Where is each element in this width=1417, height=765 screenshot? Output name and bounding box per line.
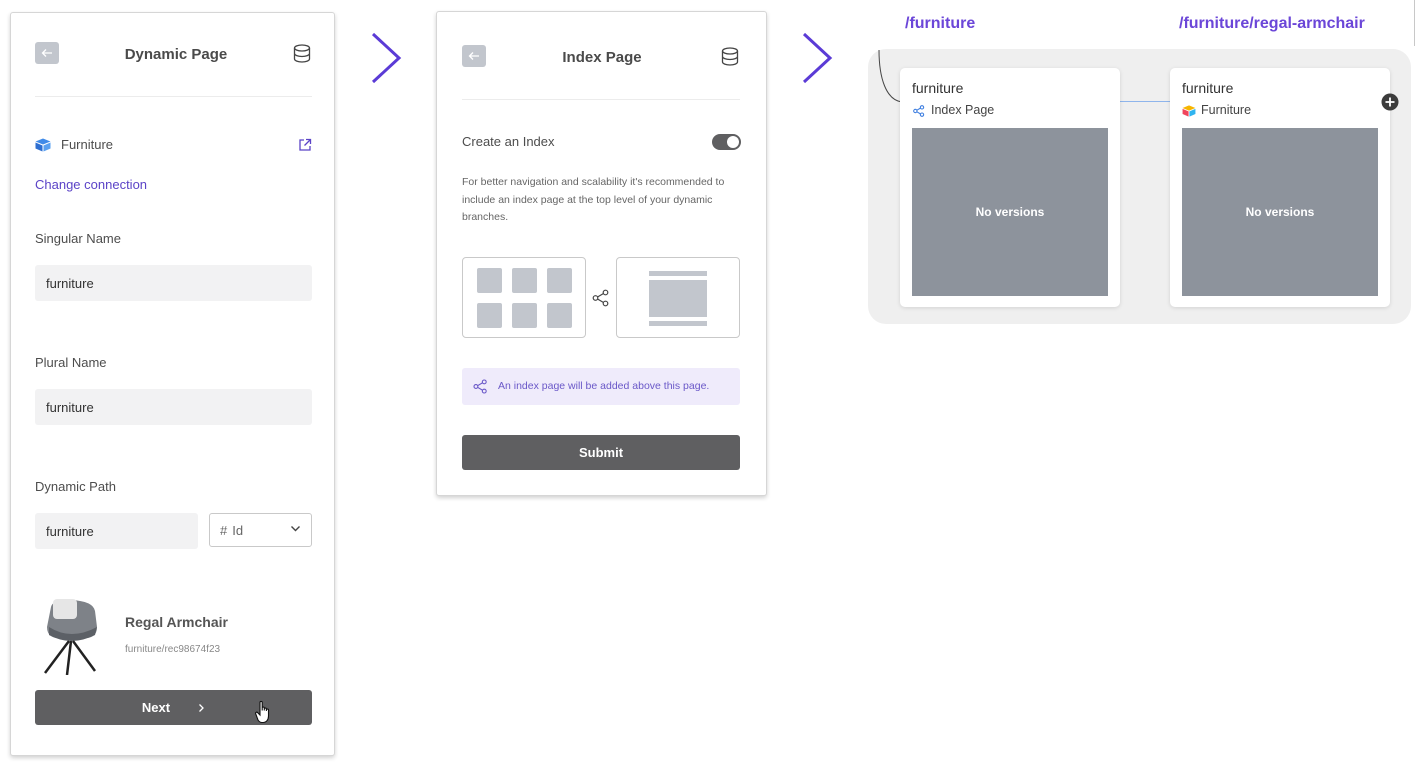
share-icon — [913, 105, 925, 117]
edge-divider — [1414, 0, 1415, 46]
dynamic-path-label: Dynamic Path — [35, 479, 116, 494]
path-field-select[interactable]: # Id — [209, 513, 312, 547]
back-button[interactable] — [35, 42, 59, 64]
armchair-thumbnail — [44, 599, 97, 675]
furniture-source-icon — [35, 138, 51, 152]
airtable-icon — [1182, 105, 1196, 117]
page-card-index[interactable]: furniture Index Page No versions — [900, 68, 1120, 307]
path-field-value: Id — [232, 522, 244, 538]
database-icon[interactable] — [721, 47, 739, 66]
toggle-knob — [727, 136, 739, 148]
chevron-right-icon — [199, 703, 205, 712]
card-type: Index Page — [931, 103, 995, 117]
flow-arrow-icon — [802, 32, 833, 84]
hand-cursor-icon — [255, 700, 270, 724]
singular-name-input[interactable]: furniture — [35, 265, 312, 301]
external-link-icon[interactable] — [298, 138, 312, 152]
hash-icon: # — [220, 522, 228, 538]
route-label: /furniture/regal-armchair — [1179, 15, 1365, 32]
index-notice: An index page will be added above this p… — [462, 368, 740, 405]
share-icon — [592, 289, 609, 307]
share-icon — [473, 379, 487, 394]
record-title: Regal Armchair — [125, 614, 228, 630]
submit-button[interactable]: Submit — [462, 435, 740, 470]
notice-text: An index page will be added above this p… — [498, 380, 710, 392]
add-page-icon[interactable] — [1381, 93, 1399, 111]
index-page-panel: Index Page Create an Index For better na… — [436, 11, 767, 496]
dynamic-path-input[interactable]: furniture — [35, 513, 198, 549]
back-button[interactable] — [462, 45, 486, 67]
arrow-left-icon — [468, 52, 479, 60]
change-connection-link[interactable]: Change connection — [35, 177, 147, 192]
detail-page-illustration — [616, 257, 740, 338]
card-preview: No versions — [1182, 128, 1378, 296]
card-title: furniture — [1182, 80, 1234, 96]
card-connector — [1120, 101, 1170, 102]
panel-title: Index Page — [562, 49, 642, 66]
record-path: furniture/rec98674f23 — [125, 644, 221, 655]
singular-name-label: Singular Name — [35, 231, 121, 246]
page-card-furniture[interactable]: furniture Furniture No versions — [1170, 68, 1390, 307]
header-divider — [35, 96, 312, 97]
card-preview: No versions — [912, 128, 1108, 296]
flow-arrow-icon — [371, 32, 402, 84]
route-label: /furniture — [905, 15, 976, 32]
panel-title: Dynamic Page — [124, 46, 228, 63]
create-index-toggle[interactable] — [712, 134, 741, 150]
create-index-label: Create an Index — [462, 134, 555, 149]
card-title: furniture — [912, 80, 964, 96]
index-description: For better navigation and scalability it… — [462, 176, 725, 223]
source-name: Furniture — [61, 137, 114, 152]
dynamic-page-panel: Dynamic Page Furniture Change connection… — [10, 12, 335, 756]
index-grid-illustration — [462, 257, 586, 338]
header-divider — [462, 99, 740, 100]
arrow-left-icon — [41, 49, 52, 57]
database-icon[interactable] — [293, 44, 311, 63]
chevron-down-icon — [291, 526, 300, 532]
plural-name-label: Plural Name — [35, 355, 107, 370]
plural-name-input[interactable]: furniture — [35, 389, 312, 425]
next-button-label: Next — [141, 700, 171, 715]
card-type: Furniture — [1201, 103, 1252, 117]
